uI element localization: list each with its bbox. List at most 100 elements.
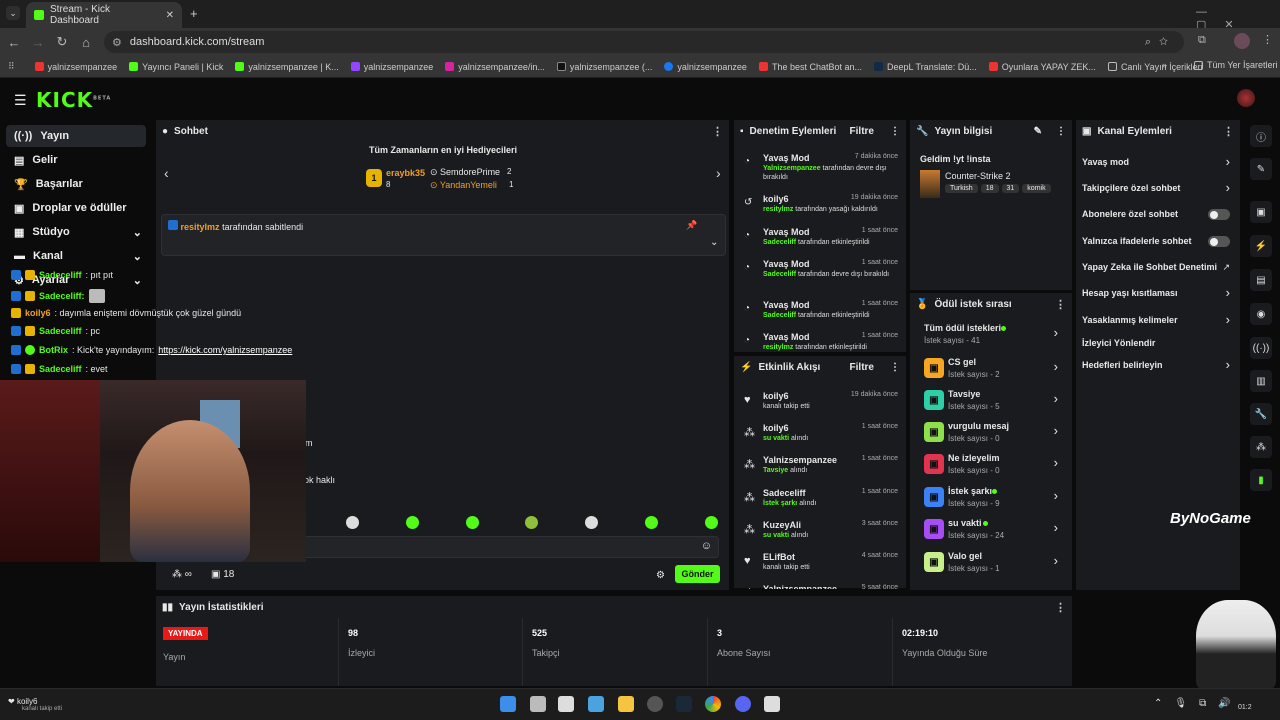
stream-info-menu-icon[interactable]: ⋮ <box>1056 126 1066 137</box>
task-view-icon[interactable] <box>530 696 546 712</box>
hamburger-menu-icon[interactable]: ☰ <box>14 92 27 109</box>
moderation-item[interactable]: ↺ koily6 19 dakika önce resitylmz tarafında… <box>742 193 904 227</box>
pencil-icon[interactable]: ✎ <box>1250 158 1272 180</box>
bookmark[interactable]: yalnizsempanzee <box>29 62 124 72</box>
activity-item[interactable]: ⁂ Yalnizsempanzee 1 saat önce Tavsiye alınd… <box>742 454 904 486</box>
channel-action-item[interactable]: Takipçilere özel sohbet › <box>1082 180 1234 196</box>
activity-item[interactable]: ⁂ Yalnizsempanzee 5 saat önce <box>742 583 904 589</box>
gifter-name[interactable]: ⊙ YandanYemeli <box>430 180 497 191</box>
emote-icon[interactable] <box>525 516 539 529</box>
channel-action-item[interactable]: Yapay Zeka ile Sohbet Denetimi ↗ <box>1082 261 1234 275</box>
filter-button[interactable]: Filtre <box>850 126 874 137</box>
category-name[interactable]: Counter-Strike 2 <box>945 171 1011 181</box>
toggle-switch[interactable] <box>1208 236 1230 247</box>
emote-icon[interactable] <box>645 516 659 529</box>
emote-icon[interactable] <box>405 516 419 529</box>
extensions-icon[interactable]: ⧉ <box>1198 34 1206 47</box>
channel-action-item[interactable]: Abonelere özel sohbet <box>1082 208 1234 222</box>
channel-action-item[interactable]: İzleyici Yönlendir <box>1082 337 1234 351</box>
moderation-item[interactable]: ◔ Yavaş Mod 1 saat önce resitylmz tarafında… <box>742 331 904 365</box>
tag[interactable]: Turkish <box>945 184 978 193</box>
emoji-icon[interactable]: ☺ <box>701 540 712 552</box>
steam-icon[interactable] <box>676 696 692 712</box>
site-info-icon[interactable]: ⚙ <box>112 36 122 49</box>
url-actions-icons[interactable]: ⌕☆ <box>1145 36 1176 49</box>
bookmark[interactable]: yalnizsempanzee <box>345 62 440 72</box>
pin-icon[interactable]: 📌 <box>686 220 697 231</box>
channel-action-item[interactable]: Yavaş mod › <box>1082 154 1234 170</box>
reward-menu-icon[interactable]: ⋮ <box>1055 298 1066 311</box>
sidebar-item-basarilar[interactable]: 🏆 Başarılar <box>6 173 146 195</box>
sidebar-item-studyo[interactable]: ▦ Stüdyo ⌄ <box>6 221 146 243</box>
all-bookmarks-folder[interactable]: Tüm Yer İşaretleri <box>1188 60 1280 70</box>
bookmark[interactable]: DeepL Translate: Dü... <box>868 62 983 72</box>
bookmark[interactable]: yalnizsempanzee (... <box>551 62 659 72</box>
layout-icon[interactable]: ▣ <box>1250 201 1272 223</box>
document-icon[interactable]: ▤ <box>1250 269 1272 291</box>
reward-queue-item[interactable]: ▣ Valo gel İstek sayısı - 1 › <box>920 549 1066 577</box>
activity-icon[interactable]: ⁂ <box>1250 436 1272 458</box>
chat-link[interactable]: https://kick.com/yalnizsempanzee <box>158 345 292 355</box>
url-field[interactable]: ⚙ dashboard.kick.com/stream ⌕☆ <box>104 31 1184 53</box>
channel-action-item[interactable]: Yalnızca ifadelerle sohbet <box>1082 235 1234 249</box>
sidebar-item-kanal[interactable]: ▬ Kanal ⌄ <box>6 245 146 267</box>
app-icon[interactable] <box>647 696 663 712</box>
moderation-item[interactable]: ◔ Yavaş Mod 1 saat önce Sadeceliff tarafınd… <box>742 258 904 292</box>
menu-icon[interactable]: ⋮ <box>1262 33 1273 46</box>
chat-bubble-icon[interactable]: ◉ <box>1250 303 1272 325</box>
bookmark[interactable]: yalnizsempanzee/in... <box>439 62 551 72</box>
expand-chevron-icon[interactable]: ⌄ <box>710 237 718 248</box>
reward-queue-item[interactable]: ▣ su vakti İstek sayısı - 24 › <box>920 516 1066 544</box>
broadcast-icon[interactable]: ((·)) <box>1250 337 1272 359</box>
home-icon[interactable]: ⌂ <box>74 35 98 50</box>
viewer-indicator[interactable]: ⁂ ∞ <box>172 569 192 580</box>
category-thumbnail[interactable] <box>920 170 940 198</box>
discord-icon[interactable] <box>735 696 751 712</box>
next-arrow-icon[interactable]: › <box>716 165 721 181</box>
forward-icon[interactable]: → <box>26 35 50 50</box>
user-avatar[interactable] <box>1237 89 1255 107</box>
reward-queue-item[interactable]: ▣ CS gel İstek sayısı - 2 › <box>920 355 1066 383</box>
gifter-name[interactable]: eraybk35 <box>386 168 425 178</box>
system-tray-icons[interactable]: ⌃🎙⧉🔊 <box>1154 698 1243 709</box>
phone-icon[interactable]: ▮ <box>1250 469 1272 491</box>
chrome-icon[interactable] <box>705 696 721 712</box>
tab-search-icon[interactable]: ⌄ <box>6 6 20 20</box>
tag[interactable]: komik <box>1022 184 1051 193</box>
sidebar-item-yayin[interactable]: ((·)) Yayın <box>6 125 146 147</box>
bookmark[interactable]: Oyunlara YAPAY ZEK... <box>983 62 1102 72</box>
browser-tab[interactable]: Stream - Kick Dashboard ✕ <box>26 2 182 28</box>
app-icon[interactable] <box>764 696 780 712</box>
bolt-icon[interactable]: ⚡ <box>1250 235 1272 257</box>
kick-logo[interactable]: KICKBETA <box>36 88 111 112</box>
channel-action-item[interactable]: Hesap yaşı kısıtlaması › <box>1082 285 1234 301</box>
sidebar-item-gelir[interactable]: ▤ Gelir <box>6 149 146 171</box>
file-explorer-icon[interactable] <box>618 696 634 712</box>
close-tab-icon[interactable]: ✕ <box>166 10 174 21</box>
moderation-item[interactable]: ◔ Yavaş Mod 1 saat önce Sadeceliff tarafınd… <box>742 226 904 260</box>
sidebar-item-droplar[interactable]: ▣ Droplar ve ödüller <box>6 197 146 219</box>
more-bookmarks-icon[interactable]: » <box>1162 60 1167 70</box>
activity-item[interactable]: ⁂ koily6 1 saat önce su vakti alındı <box>742 422 904 454</box>
emote-icon[interactable] <box>585 516 599 529</box>
tag[interactable]: 31 <box>1001 184 1020 193</box>
profile-avatar[interactable] <box>1234 33 1250 49</box>
gifter-name[interactable]: ⊙ SemdorePrime <box>430 167 500 178</box>
bookmark[interactable]: The best ChatBot an... <box>753 62 868 72</box>
moderation-item[interactable]: ◔ Yavaş Mod 7 dakika önce Yalnizsempanzee t… <box>742 152 904 186</box>
prev-arrow-icon[interactable]: ‹ <box>164 165 169 181</box>
moderation-menu-icon[interactable]: ⋮ <box>890 126 900 137</box>
reload-icon[interactable]: ↻ <box>50 34 74 50</box>
channel-actions-menu-icon[interactable]: ⋮ <box>1223 125 1234 138</box>
bookmark[interactable]: Yayıncı Paneli | Kick <box>123 62 229 72</box>
info-icon[interactable]: ⓘ <box>1250 125 1272 147</box>
reward-queue-item[interactable]: ▣ İstek şarkı İstek sayısı - 9 › <box>920 484 1066 512</box>
activity-item[interactable]: ♥ koily6 19 dakika önce kanalı takip etti <box>742 390 904 422</box>
send-button[interactable]: Gönder <box>675 565 720 583</box>
chat-settings-icon[interactable]: ⚙ <box>656 570 665 581</box>
activity-item[interactable]: ⁂ Sadeceliff 1 saat önce İstek şarkı alındı <box>742 487 904 519</box>
new-tab-icon[interactable]: + <box>190 6 198 21</box>
emote-icon[interactable] <box>704 516 718 529</box>
stats-menu-icon[interactable]: ⋮ <box>1055 601 1066 614</box>
moderation-item[interactable]: ◔ Yavaş Mod 1 saat önce Sadeceliff tarafınd… <box>742 299 904 333</box>
